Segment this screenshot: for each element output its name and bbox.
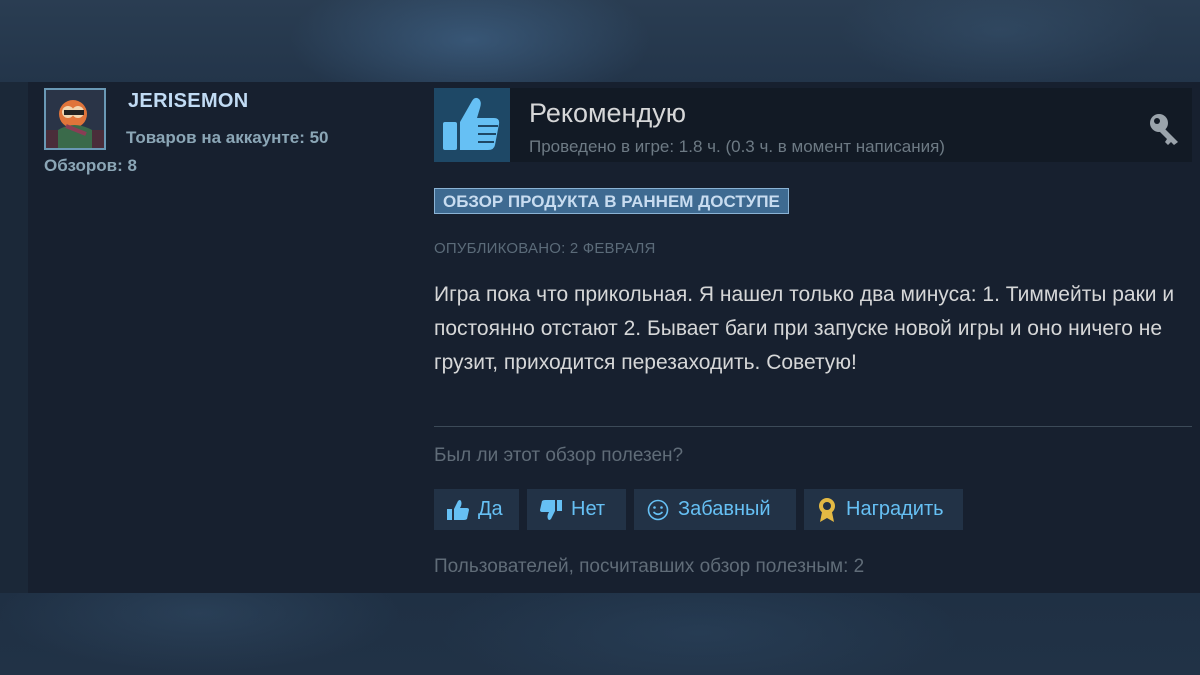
author-reviews-count[interactable]: Обзоров: 8 xyxy=(44,156,137,176)
thumbs-up-icon xyxy=(447,499,469,520)
award-icon xyxy=(819,497,835,522)
early-access-badge: ОБЗОР ПРОДУКТА В РАННЕМ ДОСТУПЕ xyxy=(434,188,789,214)
helpful-question: Был ли этот обзор полезен? xyxy=(434,445,684,466)
thumbs-up-icon xyxy=(443,97,500,150)
vote-no-label: Нет xyxy=(571,498,606,520)
review-verdict[interactable]: Рекомендую xyxy=(529,98,686,129)
thumbs-down-icon xyxy=(540,499,562,520)
vote-no-button[interactable]: Нет xyxy=(527,489,626,530)
posted-date: ОПУБЛИКОВАНО: 2 ФЕВРАЛЯ xyxy=(434,240,656,257)
review-text: Игра пока что прикольная. Я нашел только… xyxy=(434,283,1175,374)
review-card: JERISEMON Товаров на аккаунте: 50 Обзоро… xyxy=(28,82,1200,593)
smile-icon xyxy=(647,499,669,520)
background-header xyxy=(0,0,1200,82)
vote-funny-button[interactable]: Забавный xyxy=(634,489,796,530)
recommended-thumb-box xyxy=(434,88,510,162)
vote-yes-label: Да xyxy=(478,498,503,520)
award-button[interactable]: Наградить xyxy=(804,489,963,530)
author-items-count[interactable]: Товаров на аккаунте: 50 xyxy=(126,128,329,148)
award-label: Наградить xyxy=(846,498,944,520)
key-icon[interactable] xyxy=(1148,112,1182,146)
vote-funny-label: Забавный xyxy=(678,498,771,520)
playtime: Проведено в игре: 1.8 ч. (0.3 ч. в момен… xyxy=(529,137,945,156)
vote-yes-button[interactable]: Да xyxy=(434,489,519,530)
author-name[interactable]: JERISEMON xyxy=(128,90,249,113)
background-footer xyxy=(0,593,1200,675)
avatar[interactable] xyxy=(44,88,106,150)
vote-header[interactable]: Рекомендую Проведено в игре: 1.8 ч. (0.3… xyxy=(434,88,1192,162)
divider xyxy=(434,426,1192,427)
helpful-count: Пользователей, посчитавших обзор полезны… xyxy=(434,556,865,577)
